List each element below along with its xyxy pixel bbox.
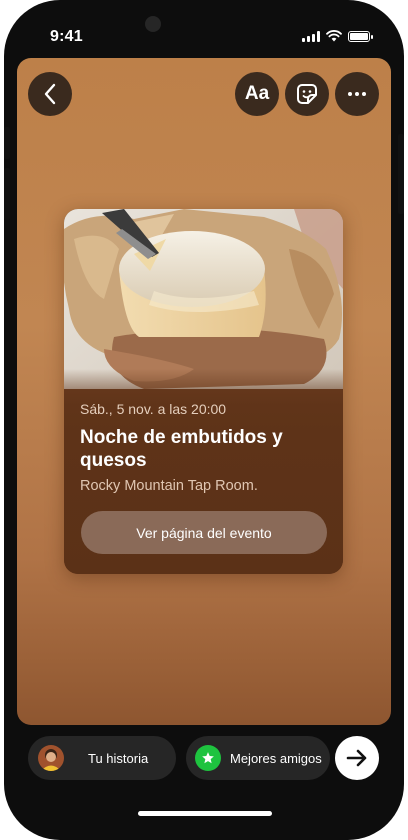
more-horizontal-icon <box>348 92 366 96</box>
text-tool-button[interactable]: Aa <box>235 72 279 116</box>
event-date: Sáb., 5 nov. a las 20:00 <box>80 401 227 417</box>
story-canvas: Aa Sáb., 5 nov. a las 20:00 Noche de emb… <box>17 58 391 725</box>
close-friends-label: Mejores amigos <box>230 750 322 766</box>
your-story-label: Tu historia <box>88 750 149 766</box>
back-button[interactable] <box>28 72 72 116</box>
sticker-button[interactable] <box>285 72 329 116</box>
star-icon <box>202 752 214 764</box>
volume-button <box>4 168 10 220</box>
battery-icon <box>348 30 373 42</box>
chevron-left-icon <box>44 83 56 105</box>
share-bar: Tu historia Mejores amigos <box>4 733 404 783</box>
mute-switch <box>4 127 10 159</box>
close-friends-button[interactable]: Mejores amigos <box>186 736 330 780</box>
next-button[interactable] <box>335 736 379 780</box>
event-title: Noche de embutidos y quesos <box>80 427 283 471</box>
wifi-icon <box>326 30 342 42</box>
phone-frame: 9:41 Aa Sáb., 5 nov. a las 20:00 Noche d… <box>4 0 404 840</box>
status-time: 9:41 <box>50 28 83 45</box>
event-card[interactable]: Sáb., 5 nov. a las 20:00 Noche de embuti… <box>64 209 343 574</box>
front-camera <box>145 16 161 32</box>
close-friends-badge <box>195 745 221 771</box>
status-bar: 9:41 <box>4 0 404 58</box>
sticker-icon <box>297 84 317 104</box>
power-button <box>398 134 404 214</box>
more-options-button[interactable] <box>335 72 379 116</box>
text-tool-label: Aa <box>244 83 270 104</box>
cellular-signal-icon <box>302 30 320 42</box>
your-story-button[interactable]: Tu historia <box>28 736 176 780</box>
status-icons <box>302 30 373 42</box>
arrow-right-icon <box>346 749 367 767</box>
home-indicator[interactable] <box>138 811 272 816</box>
view-event-button[interactable]: Ver página del evento <box>81 511 327 554</box>
event-location: Rocky Mountain Tap Room. <box>80 478 258 494</box>
avatar <box>38 745 64 771</box>
